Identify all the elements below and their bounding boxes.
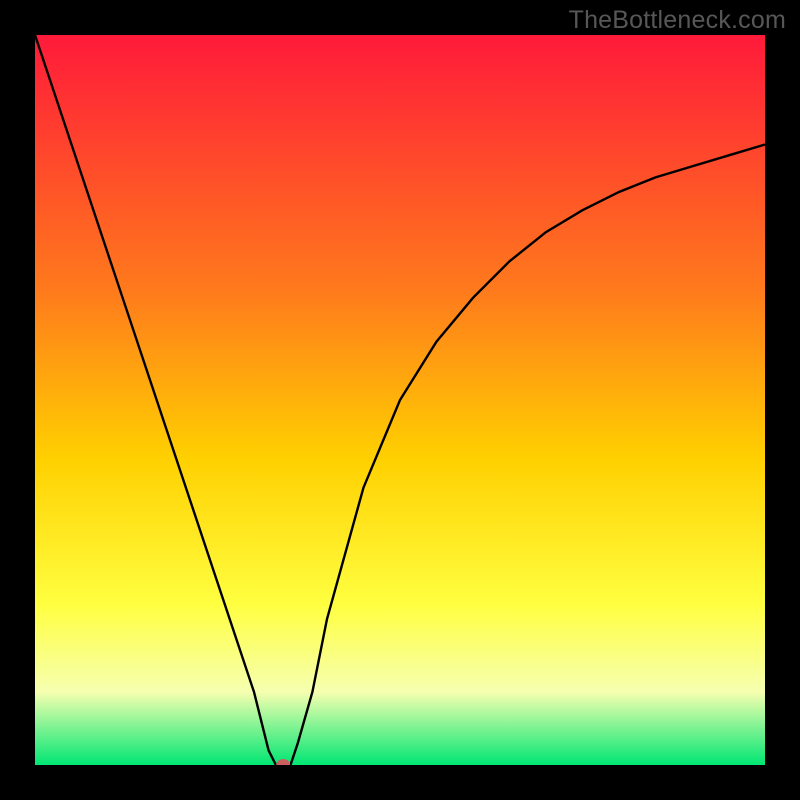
chart-svg [35,35,765,765]
plot-area [35,35,765,765]
chart-frame: TheBottleneck.com [0,0,800,800]
watermark-text: TheBottleneck.com [569,6,786,35]
